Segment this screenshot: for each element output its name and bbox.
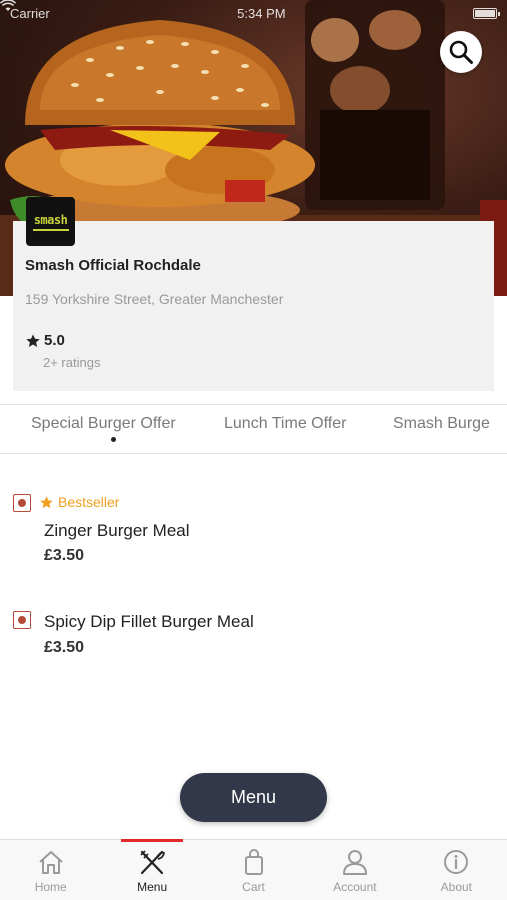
person-icon <box>342 850 367 875</box>
battery-icon <box>473 7 500 19</box>
status-time: 5:34 PM <box>237 5 286 21</box>
menu-item[interactable]: Bestseller Zinger Burger Meal £3.50 <box>0 490 507 570</box>
nav-item-account[interactable]: Account <box>304 840 405 900</box>
store-logo: smash <box>26 197 75 246</box>
bottom-nav: Home Menu Cart Account About <box>0 839 507 900</box>
status-bar: Carrier 5:34 PM <box>0 0 507 26</box>
item-name: Spicy Dip Fillet Burger Meal <box>44 612 254 631</box>
item-price: £3.50 <box>44 639 85 656</box>
nav-label: Cart <box>242 880 265 894</box>
bag-icon <box>244 849 263 875</box>
store-rating: 5.0 <box>25 332 65 349</box>
nav-item-menu[interactable]: Menu <box>101 839 202 900</box>
active-tab-indicator <box>111 437 116 442</box>
star-icon <box>26 333 40 347</box>
nav-label: About <box>440 880 472 894</box>
nav-label: Menu <box>137 880 168 894</box>
store-info-card: smash Smash Official Rochdale 159 Yorksh… <box>13 197 494 391</box>
food-type-icon <box>13 494 31 512</box>
nav-item-home[interactable]: Home <box>0 840 101 900</box>
store-address: 159 Yorkshire Street, Greater Manchester <box>25 291 284 307</box>
item-name: Zinger Burger Meal <box>44 521 190 540</box>
tab-lunch-time-offer[interactable]: Lunch Time Offer <box>224 415 346 433</box>
store-name: Smash Official Rochdale <box>25 257 201 274</box>
wifi-icon <box>0 0 16 11</box>
ratings-count: 2+ ratings <box>43 355 101 370</box>
rating-value: 5.0 <box>44 332 65 349</box>
bestseller-label: Bestseller <box>58 494 120 510</box>
item-price: £3.50 <box>44 547 85 564</box>
category-tabs: Special Burger Offer Lunch Time Offer Sm… <box>0 404 507 454</box>
nav-label: Account <box>333 880 377 894</box>
food-type-icon <box>13 611 31 629</box>
info-icon <box>444 850 469 874</box>
nav-item-about[interactable]: About <box>406 840 507 900</box>
menu-item[interactable]: Spicy Dip Fillet Burger Meal £3.50 <box>0 609 507 669</box>
home-icon <box>39 851 63 874</box>
nav-item-cart[interactable]: Cart <box>203 840 304 900</box>
tab-special-burger-offer[interactable]: Special Burger Offer <box>31 415 176 433</box>
search-icon <box>449 40 473 64</box>
fork-knife-icon <box>140 850 166 875</box>
nav-label: Home <box>34 880 67 894</box>
search-button[interactable] <box>440 31 482 73</box>
star-icon <box>40 495 53 508</box>
menu-button[interactable]: Menu <box>180 773 327 822</box>
bestseller-badge: Bestseller <box>39 494 119 510</box>
tab-smash-burger[interactable]: Smash Burge <box>393 415 490 433</box>
